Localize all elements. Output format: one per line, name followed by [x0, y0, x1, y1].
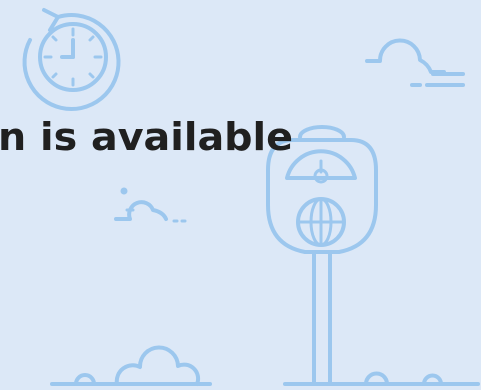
- cloud-icon: [114, 187, 187, 223]
- cloud-icon: [365, 38, 465, 87]
- headline-text: n is available: [0, 115, 293, 159]
- clock-icon: [22, 8, 121, 111]
- ground-decoration: [50, 345, 480, 386]
- background-illustration: [22, 8, 480, 386]
- headline-container: n is available: [0, 115, 293, 159]
- promo-banner: n is available: [0, 0, 481, 390]
